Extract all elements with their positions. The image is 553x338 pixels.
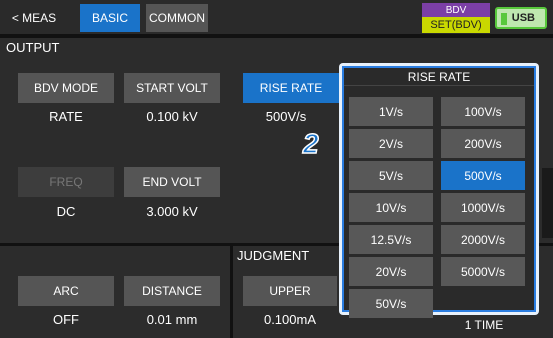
rise-rate-option[interactable]: 20V/s <box>349 257 433 286</box>
start-volt-button[interactable]: START VOLT <box>124 73 220 103</box>
rise-rate-value: 500V/s <box>265 109 307 124</box>
rise-rate-option[interactable]: 2000V/s <box>441 225 525 254</box>
top-bar: < MEAS BASIC COMMON BDV SET(BDV) USB <box>0 0 553 36</box>
popup-title: RISE RATE <box>344 68 534 86</box>
tab-common[interactable]: COMMON <box>146 4 208 32</box>
rise-rate-option[interactable]: 100V/s <box>441 97 525 126</box>
rise-rate-option[interactable]: 1000V/s <box>441 193 525 222</box>
upper-value: 0.100mA <box>263 312 317 327</box>
rise-rate-option[interactable]: 1V/s <box>349 97 433 126</box>
tab-meas[interactable]: < MEAS <box>4 4 64 32</box>
start-volt-value: 0.100 kV <box>146 109 198 124</box>
screen: < MEAS BASIC COMMON BDV SET(BDV) USB OUT… <box>0 0 553 338</box>
arc-button[interactable]: ARC <box>18 276 114 306</box>
rise-rate-option[interactable]: 2V/s <box>349 129 433 158</box>
distance-value: 0.01 mm <box>146 312 198 327</box>
arc-value: OFF <box>53 312 79 327</box>
end-volt-button[interactable]: END VOLT <box>124 167 220 197</box>
output-title: OUTPUT <box>6 40 60 55</box>
mode-indicator: BDV SET(BDV) <box>422 3 490 33</box>
bdv-mode-button[interactable]: BDV MODE <box>18 73 114 103</box>
tab-basic[interactable]: BASIC <box>80 4 140 32</box>
end-volt-value: 3.000 kV <box>146 204 198 219</box>
mode-bottom-label: SET(BDV) <box>422 17 490 33</box>
usb-label: USB <box>511 12 535 24</box>
usb-icon <box>501 13 507 25</box>
rise-rate-option[interactable]: 500V/s <box>441 161 525 190</box>
freq-value: DC <box>56 204 76 219</box>
freq-button: FREQ <box>18 167 114 197</box>
rise-rate-button[interactable]: RISE RATE <box>243 73 339 103</box>
distance-button[interactable]: DISTANCE <box>124 276 220 306</box>
rise-rate-popup: RISE RATE 1V/s 100V/s 2V/s 200V/s 5V/s 500V/s… <box>339 63 539 318</box>
rise-rate-option[interactable]: 5000V/s <box>441 257 525 286</box>
upper-button[interactable]: UPPER <box>243 276 337 306</box>
step-callout: 2 <box>302 127 319 160</box>
bdv-mode-value: RATE <box>49 109 83 124</box>
panel-divider <box>542 168 553 238</box>
rise-rate-option[interactable]: 10V/s <box>349 193 433 222</box>
rise-rate-option[interactable]: 200V/s <box>441 129 525 158</box>
judgment-title: JUDGMENT <box>237 248 310 263</box>
rise-rate-option[interactable]: 50V/s <box>349 289 433 318</box>
rise-rate-popup-body: RISE RATE 1V/s 100V/s 2V/s 200V/s 5V/s 500V/s… <box>342 66 536 318</box>
rise-rate-option[interactable]: 12.5V/s <box>349 225 433 254</box>
judgment-count-value: 1 TIME <box>464 318 504 332</box>
arc-panel: ARC OFF DISTANCE 0.01 mm <box>0 246 230 338</box>
mode-top-label: BDV <box>422 3 490 17</box>
usb-indicator: USB <box>495 7 547 29</box>
rise-rate-option[interactable]: 5V/s <box>349 161 433 190</box>
